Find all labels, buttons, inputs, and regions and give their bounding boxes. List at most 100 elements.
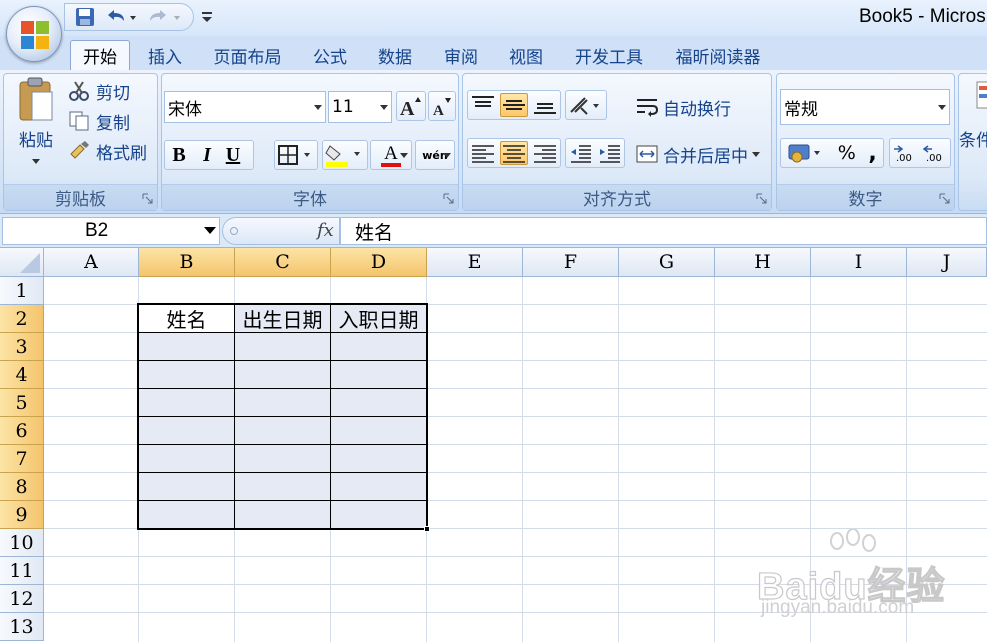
row-header-1[interactable]: 1 [0,277,44,305]
horizontal-align-buttons [467,138,561,168]
phonetic-dropdown-icon[interactable] [443,153,451,158]
row-header-3[interactable]: 3 [0,333,44,361]
grow-font-button[interactable]: A [396,91,426,121]
font-size-box[interactable]: 11 [328,91,392,123]
format-painter-button[interactable]: 格式刷 [68,138,147,164]
circle-handle-icon[interactable] [229,226,239,236]
merge-center-button[interactable]: 合并后居中 [635,140,760,168]
tab-formulas[interactable]: 公式 [305,40,355,70]
font-size-dropdown-icon[interactable] [380,105,388,110]
number-dialog-launcher-icon[interactable] [939,193,950,204]
tab-review[interactable]: 审阅 [436,40,486,70]
customize-toolbar-icon[interactable] [200,9,214,25]
row-header-11[interactable]: 11 [0,557,44,585]
align-middle-button[interactable] [500,93,528,117]
font-name-box[interactable]: 宋体 [164,91,326,123]
decrease-indent-icon[interactable] [569,142,593,164]
number-format-box[interactable]: 常规 [780,89,950,125]
insert-function-icon[interactable]: fx [317,220,334,241]
title-bar: Book5 - Micros [0,0,987,36]
wrap-text-button[interactable]: 自动换行 [635,93,731,121]
bold-button[interactable]: B [165,144,193,167]
orientation-button[interactable] [565,90,607,120]
row-header-13[interactable]: 13 [0,613,44,641]
column-header-f[interactable]: F [523,248,619,277]
decimal-buttons: .00 .00 [889,138,951,168]
column-header-b[interactable]: B [139,248,235,277]
name-box-dropdown-icon[interactable] [204,227,216,234]
paste-dropdown-icon[interactable] [32,159,40,164]
name-box[interactable]: B2 [2,217,220,245]
align-top-icon[interactable] [470,94,496,116]
fill-color-button[interactable] [322,140,368,170]
ribbon: 粘贴 剪切 复制 格式刷 剪贴板 宋体 11 A A B I U A wén 字… [0,70,987,214]
column-header-a[interactable]: A [44,248,139,277]
cut-button[interactable]: 剪切 [68,78,130,104]
office-button[interactable] [6,6,62,62]
tab-data[interactable]: 数据 [370,40,420,70]
row-header-10[interactable]: 10 [0,529,44,557]
formula-input[interactable]: 姓名 [340,217,987,245]
comma-style-button[interactable]: , [868,141,876,166]
percent-style-button[interactable]: % [838,142,856,164]
align-bottom-icon[interactable] [532,94,558,116]
tab-foxit-reader[interactable]: 福昕阅读器 [667,40,769,70]
border-button[interactable] [274,140,318,170]
paste-icon [19,77,53,121]
font-name-dropdown-icon[interactable] [314,105,322,110]
row-header-5[interactable]: 5 [0,389,44,417]
select-all-corner[interactable] [0,248,44,277]
column-header-c[interactable]: C [235,248,331,277]
row-header-2[interactable]: 2 [0,305,44,333]
underline-button[interactable]: U [221,144,245,167]
tab-page-layout[interactable]: 页面布局 [205,40,290,70]
save-button[interactable] [73,6,97,28]
font-color-button[interactable]: A [370,140,412,170]
select-all-triangle-icon [20,253,40,273]
tab-view[interactable]: 视图 [501,40,551,70]
row-header-8[interactable]: 8 [0,473,44,501]
font-color-dropdown-icon[interactable] [400,153,408,158]
alignment-dialog-launcher-icon[interactable] [756,193,767,204]
redo-button[interactable] [145,6,185,28]
align-center-button[interactable] [500,141,528,165]
italic-button[interactable]: I [193,144,221,167]
paste-button[interactable]: 粘贴 [8,76,64,176]
column-header-h[interactable]: H [715,248,811,277]
number-format-value: 常规 [784,99,818,120]
row-header-4[interactable]: 4 [0,361,44,389]
row-header-12[interactable]: 12 [0,585,44,613]
undo-button[interactable] [103,6,139,28]
column-header-j[interactable]: J [907,248,987,277]
decrease-decimal-icon[interactable]: .00 [922,141,948,165]
merge-center-dropdown-icon[interactable] [752,151,760,157]
shrink-font-button[interactable]: A [428,91,456,121]
fill-handle[interactable] [424,526,430,532]
accounting-format-icon[interactable] [787,141,825,165]
column-header-g[interactable]: G [619,248,715,277]
tab-developer[interactable]: 开发工具 [566,40,652,70]
tab-insert[interactable]: 插入 [140,40,190,70]
wrap-text-icon [637,99,659,117]
tab-home[interactable]: 开始 [70,40,130,70]
row-header-9[interactable]: 9 [0,501,44,529]
number-format-dropdown-icon[interactable] [938,105,946,110]
wrap-text-label: 自动换行 [663,99,731,120]
conditional-formatting-button[interactable]: 条件 [959,80,987,160]
column-header-e[interactable]: E [427,248,523,277]
copy-icon [69,111,89,131]
undo-icon [108,10,136,21]
increase-decimal-icon[interactable]: .00 [892,141,918,165]
copy-button[interactable]: 复制 [68,108,130,134]
increase-indent-icon[interactable] [598,142,622,164]
font-size-value: 11 [332,97,354,117]
column-header-i[interactable]: I [811,248,907,277]
clipboard-dialog-launcher-icon[interactable] [142,193,153,204]
phonetic-guide-button[interactable]: wén [415,140,455,170]
align-left-icon[interactable] [470,142,496,164]
font-dialog-launcher-icon[interactable] [443,193,454,204]
align-right-icon[interactable] [532,142,558,164]
row-header-7[interactable]: 7 [0,445,44,473]
column-header-d[interactable]: D [331,248,427,277]
row-header-6[interactable]: 6 [0,417,44,445]
